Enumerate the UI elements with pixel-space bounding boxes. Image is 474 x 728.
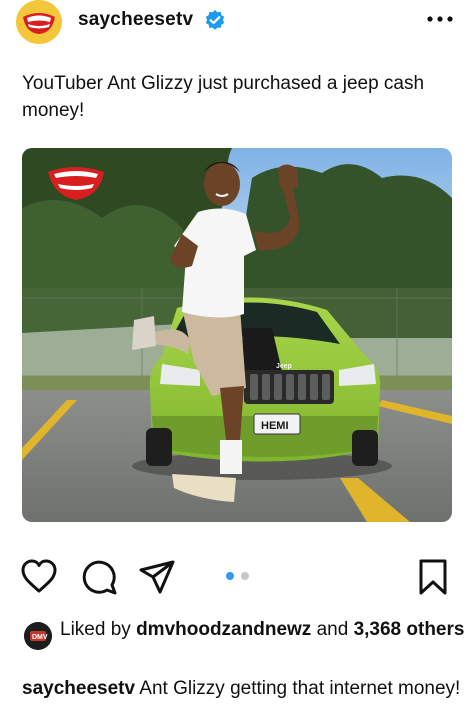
share-icon[interactable] xyxy=(138,558,176,596)
caption-text: Ant Glizzy getting that internet money! xyxy=(139,678,461,699)
liked-by-suffix[interactable]: others xyxy=(406,619,464,640)
post-action-bar xyxy=(0,558,474,598)
post-caption-top: YouTuber Ant Glizzy just purchased a jee… xyxy=(22,73,425,121)
grille-badge: Jeep xyxy=(276,363,292,370)
liked-by-prefix: Liked by xyxy=(60,619,131,640)
heart-icon[interactable] xyxy=(20,558,58,596)
post-caption: saycheesetv Ant Glizzy getting that inte… xyxy=(22,676,462,702)
more-icon[interactable] xyxy=(424,8,456,30)
license-plate: HEMI xyxy=(261,420,289,432)
post-photo-illustration: Jeep HEMI xyxy=(22,148,452,522)
liked-by-user[interactable]: dmvhoodzandnewz xyxy=(136,619,311,640)
liked-by-text: Liked by dmvhoodzandnewz and 3,368 other… xyxy=(60,618,470,642)
liked-by-avatar[interactable]: DMV xyxy=(24,622,52,650)
verified-badge-icon xyxy=(205,10,225,30)
post-username[interactable]: saycheesetv xyxy=(78,9,193,31)
liked-by-avatar-text: DMV xyxy=(32,634,48,641)
bookmark-icon[interactable] xyxy=(414,558,452,596)
post-photo[interactable]: Jeep HEMI xyxy=(22,148,452,522)
carousel-dot-active xyxy=(226,572,234,580)
profile-avatar[interactable] xyxy=(16,0,62,44)
caption-username[interactable]: saycheesetv xyxy=(22,678,135,699)
carousel-dot xyxy=(241,572,249,580)
liked-by-and: and xyxy=(316,619,349,640)
liked-by: DMV Liked by dmvhoodzandnewz and 3,368 o… xyxy=(22,618,464,668)
comment-icon[interactable] xyxy=(80,558,118,596)
like-count[interactable]: 3,368 xyxy=(354,619,402,640)
post-header: saycheesetv xyxy=(0,0,474,44)
